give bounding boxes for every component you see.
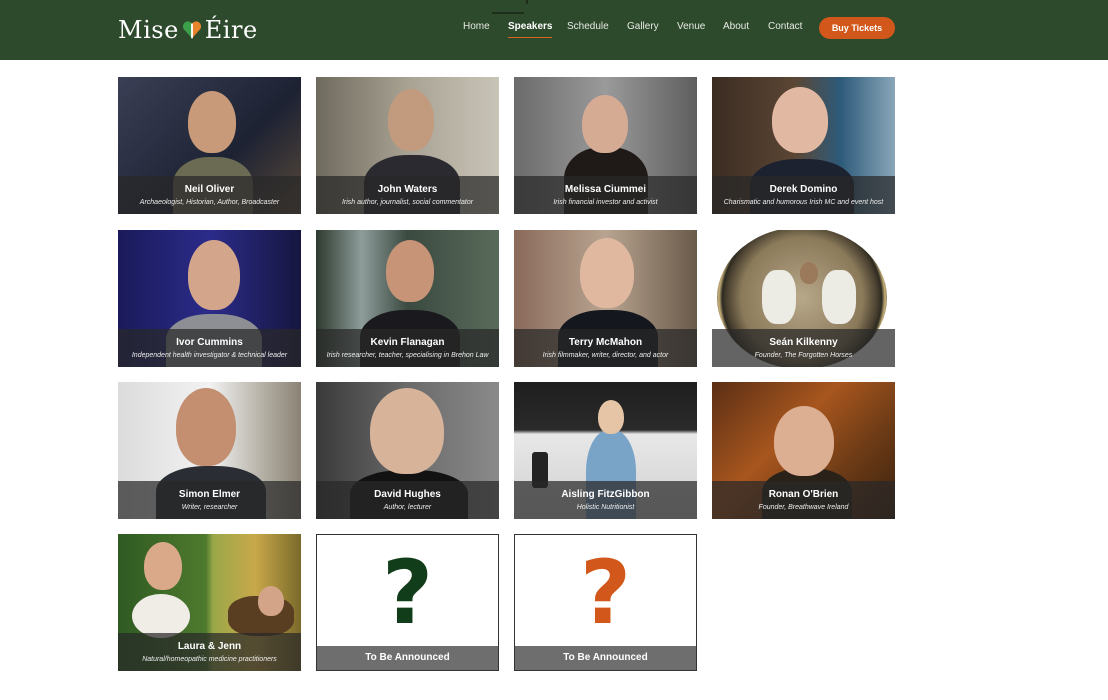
- speaker-card-tba-1[interactable]: ? To Be Announced: [316, 534, 499, 671]
- speaker-name: John Waters: [377, 184, 438, 195]
- speaker-card-aisling-fitzgibbon[interactable]: Aisling FitzGibbon Holistic Nutritionist: [514, 382, 697, 519]
- speaker-role: Writer, researcher: [181, 504, 238, 511]
- speaker-role: Holistic Nutritionist: [576, 504, 635, 511]
- speaker-card-derek-domino[interactable]: Derek Domino Charismatic and humorous Ir…: [712, 77, 895, 214]
- speaker-card-kevin-flanagan[interactable]: Kevin Flanagan Irish researcher, teacher…: [316, 230, 499, 367]
- speaker-caption: Aisling FitzGibbon Holistic Nutritionist: [514, 481, 697, 519]
- speaker-name: Neil Oliver: [184, 184, 235, 195]
- speaker-caption: David Hughes Author, lecturer: [316, 481, 499, 519]
- speaker-role: Natural/homeopathic medicine practitione…: [142, 656, 277, 663]
- speaker-caption: John Waters Irish author, journalist, so…: [316, 176, 499, 214]
- speaker-card-simon-elmer[interactable]: Simon Elmer Writer, researcher: [118, 382, 301, 519]
- speaker-name: Derek Domino: [769, 184, 838, 195]
- nav-gallery[interactable]: Gallery: [627, 21, 659, 32]
- speaker-caption: Laura & Jenn Natural/homeopathic medicin…: [118, 633, 301, 671]
- speaker-card-sean-kilkenny[interactable]: Seán Kilkenny Founder, The Forgotten Hor…: [712, 230, 895, 367]
- question-mark-icon: ?: [381, 541, 434, 644]
- speaker-caption: To Be Announced: [317, 646, 498, 670]
- speaker-role: Author, lecturer: [383, 504, 432, 511]
- speaker-caption: Derek Domino Charismatic and humorous Ir…: [712, 176, 895, 214]
- speaker-role: Irish financial investor and activist: [553, 199, 658, 206]
- speaker-name: Seán Kilkenny: [769, 337, 838, 348]
- heart-flag-icon: [182, 21, 201, 39]
- question-mark-icon: ?: [579, 541, 632, 644]
- tba-label: To Be Announced: [563, 652, 648, 663]
- header-decoration-tick: [526, 0, 528, 4]
- nav-about[interactable]: About: [723, 21, 749, 32]
- speaker-caption: Melissa Ciummei Irish financial investor…: [514, 176, 697, 214]
- speaker-role: Archaeologist, Historian, Author, Broadc…: [139, 199, 280, 206]
- speaker-caption: Neil Oliver Archaeologist, Historian, Au…: [118, 176, 301, 214]
- speaker-name: Ronan O'Brien: [768, 489, 839, 500]
- speaker-name: Aisling FitzGibbon: [561, 489, 650, 500]
- site-header: Mise Éire Home Speakers Schedule Gallery…: [0, 0, 1108, 60]
- speaker-card-melissa-ciummei[interactable]: Melissa Ciummei Irish financial investor…: [514, 77, 697, 214]
- speaker-caption: Terry McMahon Irish filmmaker, writer, d…: [514, 329, 697, 367]
- buy-tickets-button[interactable]: Buy Tickets: [819, 17, 895, 39]
- speaker-name: Ivor Cummins: [176, 337, 243, 348]
- header-decoration: [492, 12, 524, 14]
- speaker-card-david-hughes[interactable]: David Hughes Author, lecturer: [316, 382, 499, 519]
- nav-venue[interactable]: Venue: [677, 21, 705, 32]
- speaker-card-laura-jenn[interactable]: Laura & Jenn Natural/homeopathic medicin…: [118, 534, 301, 671]
- speaker-caption: Ivor Cummins Independent health investig…: [118, 329, 301, 367]
- speaker-role: Irish researcher, teacher, specialising …: [326, 352, 489, 359]
- speaker-name: Melissa Ciummei: [564, 184, 647, 195]
- speaker-card-ronan-obrien[interactable]: Ronan O'Brien Founder, Breathwave Irelan…: [712, 382, 895, 519]
- nav-contact[interactable]: Contact: [768, 21, 802, 32]
- speaker-caption: Simon Elmer Writer, researcher: [118, 481, 301, 519]
- tba-label: To Be Announced: [365, 652, 450, 663]
- speaker-role: Charismatic and humorous Irish MC and ev…: [723, 199, 884, 206]
- speaker-caption: To Be Announced: [515, 646, 696, 670]
- speaker-role: Irish filmmaker, writer, director, and a…: [542, 352, 669, 359]
- speaker-card-ivor-cummins[interactable]: Ivor Cummins Independent health investig…: [118, 230, 301, 367]
- speaker-name: Terry McMahon: [568, 337, 643, 348]
- logo-text-right: Éire: [204, 16, 258, 44]
- nav-speakers[interactable]: Speakers: [508, 21, 553, 38]
- speaker-name: David Hughes: [374, 489, 441, 500]
- nav-schedule[interactable]: Schedule: [567, 21, 609, 32]
- speaker-name: Kevin Flanagan: [370, 337, 445, 348]
- speaker-name: Simon Elmer: [178, 489, 241, 500]
- nav-home[interactable]: Home: [463, 21, 490, 32]
- logo-text-left: Mise: [118, 16, 179, 44]
- speaker-caption: Seán Kilkenny Founder, The Forgotten Hor…: [712, 329, 895, 367]
- speaker-card-neil-oliver[interactable]: Neil Oliver Archaeologist, Historian, Au…: [118, 77, 301, 214]
- speaker-role: Irish author, journalist, social comment…: [341, 199, 474, 206]
- speaker-card-tba-2[interactable]: ? To Be Announced: [514, 534, 697, 671]
- speaker-card-terry-mcmahon[interactable]: Terry McMahon Irish filmmaker, writer, d…: [514, 230, 697, 367]
- speaker-role: Independent health investigator & techni…: [131, 352, 288, 359]
- speaker-caption: Kevin Flanagan Irish researcher, teacher…: [316, 329, 499, 367]
- speaker-role: Founder, Breathwave Ireland: [758, 504, 849, 511]
- speaker-role: Founder, The Forgotten Horses: [754, 352, 853, 359]
- speaker-caption: Ronan O'Brien Founder, Breathwave Irelan…: [712, 481, 895, 519]
- speaker-name: Laura & Jenn: [177, 641, 242, 652]
- site-logo[interactable]: Mise Éire: [118, 16, 258, 44]
- speaker-card-john-waters[interactable]: John Waters Irish author, journalist, so…: [316, 77, 499, 214]
